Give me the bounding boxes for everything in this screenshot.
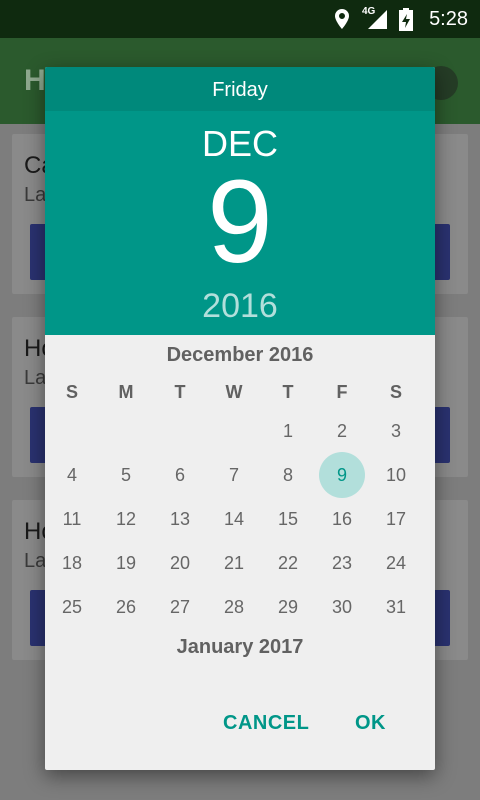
calendar-day[interactable]: 1	[265, 408, 311, 454]
card-subtitle: La	[24, 184, 47, 206]
selected-weekday: Friday	[45, 67, 435, 111]
calendar-day[interactable]: 25	[49, 584, 95, 630]
calendar-day[interactable]: 16	[319, 496, 365, 542]
calendar-day[interactable]: 29	[265, 584, 311, 630]
calendar-day[interactable]: 20	[157, 540, 203, 586]
ok-button[interactable]: OK	[355, 712, 386, 735]
calendar-day[interactable]: 3	[373, 408, 419, 454]
calendar-day[interactable]: 17	[373, 496, 419, 542]
calendar-day[interactable]: 7	[211, 452, 257, 498]
card-subtitle: La	[24, 550, 47, 572]
app-title: H	[24, 64, 46, 97]
calendar-day[interactable]: 12	[103, 496, 149, 542]
selected-year[interactable]: 2016	[45, 287, 435, 326]
calendar-day[interactable]: 11	[49, 496, 95, 542]
calendar-day[interactable]: 30	[319, 584, 365, 630]
weekday-header: T	[174, 382, 186, 402]
calendar-day[interactable]: 22	[265, 540, 311, 586]
card-subtitle: La	[24, 367, 47, 389]
date-header: DEC 9 2016	[45, 111, 435, 335]
calendar-day[interactable]: 18	[49, 540, 95, 586]
calendar-month-title: December 2016	[166, 344, 314, 366]
calendar-day-selected[interactable]: 9	[319, 452, 365, 498]
weekday-header: S	[389, 382, 402, 402]
calendar-day[interactable]: 10	[373, 452, 419, 498]
weekday-header: M	[118, 382, 134, 402]
status-time: 5:28	[429, 8, 468, 30]
calendar-day[interactable]: 27	[157, 584, 203, 630]
weekday-header: W	[225, 382, 243, 402]
battery-icon	[399, 8, 413, 31]
next-month-title: January 2017	[176, 636, 304, 658]
calendar-day[interactable]: 5	[103, 452, 149, 498]
selected-date[interactable]: 9	[45, 157, 435, 287]
calendar-day[interactable]: 8	[265, 452, 311, 498]
calendar-day[interactable]: 19	[103, 540, 149, 586]
calendar-day[interactable]: 31	[373, 584, 419, 630]
calendar-day[interactable]: 28	[211, 584, 257, 630]
calendar-day[interactable]: 14	[211, 496, 257, 542]
calendar-day[interactable]: 15	[265, 496, 311, 542]
date-picker-dialog: Friday DEC 9 2016 December 2016 SMTWTFS …	[45, 67, 435, 770]
calendar-day[interactable]: 23	[319, 540, 365, 586]
calendar-day[interactable]: 6	[157, 452, 203, 498]
calendar-day[interactable]: 2	[319, 408, 365, 454]
weekday-header: T	[282, 382, 294, 402]
location-icon	[335, 9, 349, 29]
weekday-header: S	[65, 382, 78, 402]
calendar-day[interactable]: 13	[157, 496, 203, 542]
weekday-header: F	[336, 382, 348, 402]
cancel-button[interactable]: CANCEL	[223, 712, 309, 735]
calendar-day[interactable]: 21	[211, 540, 257, 586]
status-bar: 4G 5:28	[0, 0, 480, 38]
calendar-day[interactable]: 26	[103, 584, 149, 630]
calendar-day[interactable]: 24	[373, 540, 419, 586]
calendar-day[interactable]: 4	[49, 452, 95, 498]
signal-icon	[368, 10, 387, 29]
